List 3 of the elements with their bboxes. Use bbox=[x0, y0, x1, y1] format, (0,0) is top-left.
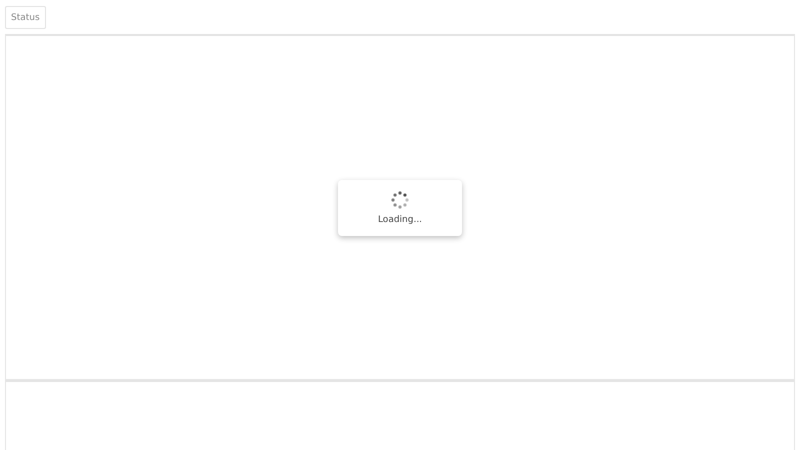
status-button[interactable]: Status bbox=[5, 6, 46, 29]
spinner-icon bbox=[390, 190, 410, 210]
loading-text: Loading... bbox=[378, 215, 422, 225]
